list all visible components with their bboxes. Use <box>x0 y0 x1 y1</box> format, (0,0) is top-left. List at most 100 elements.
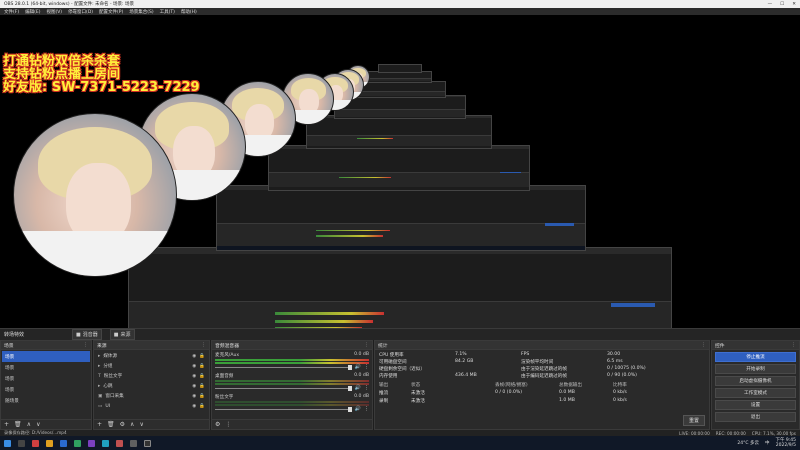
mixer-menu-button[interactable]: ⋮ <box>225 421 231 428</box>
scene-item[interactable]: 场景 <box>2 384 90 395</box>
minimize-button[interactable]: — <box>768 2 773 7</box>
panel-menu-icon[interactable]: ⋮ <box>701 343 706 348</box>
start-virtual-camera-button[interactable]: 启动虚拟摄像机 <box>715 376 796 386</box>
scene-item[interactable]: 随场景 <box>2 395 90 406</box>
channel-db: 0.0 dB <box>354 373 369 378</box>
stat-value <box>455 366 515 372</box>
mixer-settings-button[interactable]: ⚙ <box>215 421 220 428</box>
language-indicator[interactable]: 中 <box>765 440 770 446</box>
studio-mode-button[interactable]: 工作室模式 <box>715 388 796 398</box>
table-cell: 0 / 0 (0.0%) <box>495 390 523 395</box>
taskbar-app-icon[interactable] <box>88 439 95 447</box>
scene-item[interactable]: 场景 <box>2 362 90 373</box>
volume-slider-handle[interactable] <box>347 364 352 370</box>
menu-file[interactable]: 文件(F) <box>4 9 19 15</box>
volume-slider-handle[interactable] <box>347 385 352 391</box>
controls-panel: 控件 ⋮ 停止推流 开始录制 启动虚拟摄像机 工作室模式 设置 退出 <box>711 340 800 430</box>
volume-slider[interactable] <box>215 385 352 391</box>
source-type-icon: ▭ <box>98 403 103 409</box>
speaker-icon[interactable]: 🔊 <box>355 364 361 370</box>
volume-slider-handle[interactable] <box>347 406 352 412</box>
menu-scene-collection[interactable]: 场景集合(S) <box>129 9 153 15</box>
eye-icon[interactable]: ◉ <box>192 394 196 399</box>
lock-icon[interactable]: 🔒 <box>199 364 205 369</box>
add-scene-button[interactable]: + <box>4 421 9 428</box>
add-source-button[interactable]: + <box>97 421 102 428</box>
source-item[interactable]: ▭ UI ◉ 🔒 <box>95 401 208 411</box>
panel-menu-icon[interactable]: ⋮ <box>791 343 796 348</box>
taskbar-app-icon[interactable] <box>18 439 25 447</box>
lock-icon[interactable]: 🔒 <box>199 354 205 359</box>
menu-tools[interactable]: 工具(T) <box>160 9 175 15</box>
channel-db: 0.0 dB <box>354 352 369 357</box>
remove-source-button[interactable]: 🗑 <box>107 421 115 428</box>
gear-icon[interactable]: ⋮ <box>364 385 369 391</box>
source-type-icon: ▸ <box>98 363 101 369</box>
taskbar-app-icon[interactable] <box>60 439 67 447</box>
taskbar-app-icon[interactable] <box>130 439 137 447</box>
dock-tab-mixer[interactable]: ■ 混音器 <box>72 329 102 340</box>
clock[interactable]: 下午 9:45 2022/9/5 <box>775 438 796 448</box>
eye-icon[interactable]: ◉ <box>192 364 196 369</box>
weather-widget[interactable]: 24°C 多云 <box>737 440 759 446</box>
move-down-button[interactable]: ∨ <box>36 421 40 428</box>
maximize-button[interactable]: ☐ <box>780 2 784 7</box>
move-up-button[interactable]: ∧ <box>130 421 134 428</box>
stop-streaming-button[interactable]: 停止推流 <box>715 352 796 362</box>
lock-icon[interactable]: 🔒 <box>199 374 205 379</box>
audio-mixer-panel: 音频混音器 ⋮ 麦克风/Aux 0.0 dB 🔊 ⋮ 桌面音频 0.0 dB 🔊 ⋮ 粉丝… <box>211 340 373 430</box>
exit-button[interactable]: 退出 <box>715 412 796 422</box>
menu-view[interactable]: 视图(V) <box>46 9 62 15</box>
taskbar-app-icon[interactable] <box>144 439 151 447</box>
speaker-icon[interactable]: 🔊 <box>355 406 361 412</box>
source-item[interactable]: ▸ 媒体源 ◉ 🔒 <box>95 351 208 361</box>
menu-docks[interactable]: 停靠窗口(D) <box>68 9 93 15</box>
menu-edit[interactable]: 编辑(E) <box>25 9 40 15</box>
preview-canvas[interactable]: 打通钻粉双倍杀杀套 支持钻粉点播上房间 好友版: SW-7371-5223-72… <box>0 15 800 328</box>
volume-slider[interactable] <box>215 406 352 412</box>
start-recording-button[interactable]: 开始录制 <box>715 364 796 374</box>
settings-button[interactable]: 设置 <box>715 400 796 410</box>
lock-icon[interactable]: 🔒 <box>199 404 205 409</box>
reset-stats-button[interactable]: 重置 <box>682 415 705 426</box>
menu-profile[interactable]: 配置文件(P) <box>99 9 123 15</box>
taskbar-app-icon[interactable] <box>102 439 109 447</box>
panel-menu-icon[interactable]: ⋮ <box>364 343 369 348</box>
panel-menu-icon[interactable]: ⋮ <box>83 343 88 348</box>
move-up-button[interactable]: ∧ <box>27 421 31 428</box>
taskbar-app-icon[interactable] <box>32 439 39 447</box>
close-button[interactable]: ✕ <box>792 2 796 7</box>
windows-start-icon[interactable] <box>4 439 11 447</box>
nested-screen-2 <box>216 185 586 251</box>
eye-icon[interactable]: ◉ <box>192 374 196 379</box>
taskbar-app-icon[interactable] <box>74 439 81 447</box>
lock-icon[interactable]: 🔒 <box>199 384 205 389</box>
lock-icon[interactable]: 🔒 <box>199 394 205 399</box>
menu-help[interactable]: 帮助(H) <box>181 9 197 15</box>
eye-icon[interactable]: ◉ <box>192 404 196 409</box>
stat-label: 硬盘剩余空间（近似） <box>379 367 425 372</box>
dock-tab-sources[interactable]: ■ 来源 <box>109 329 135 340</box>
gear-icon[interactable]: ⋮ <box>364 364 369 370</box>
scene-item[interactable]: 场景 <box>2 373 90 384</box>
eye-icon[interactable]: ◉ <box>192 354 196 359</box>
scene-item[interactable]: 场景 <box>2 351 90 362</box>
source-settings-button[interactable]: ⚙ <box>120 421 125 428</box>
eye-icon[interactable]: ◉ <box>192 384 196 389</box>
speaker-icon[interactable]: 🔊 <box>355 385 361 391</box>
remove-scene-button[interactable]: 🗑 <box>14 421 22 428</box>
channel-name: 粉丝文字 <box>215 395 234 400</box>
nested-screen-4 <box>306 115 492 149</box>
sources-tab-icon: ■ <box>113 331 119 338</box>
source-item[interactable]: T 粉丝文字 ◉ 🔒 <box>95 371 208 381</box>
volume-meter <box>215 383 369 385</box>
volume-slider[interactable] <box>215 364 352 370</box>
source-item[interactable]: ▸ 分组 ◉ 🔒 <box>95 361 208 371</box>
source-item[interactable]: ▣ 窗口采集 ◉ 🔒 <box>95 391 208 401</box>
panel-menu-icon[interactable]: ⋮ <box>201 343 206 348</box>
gear-icon[interactable]: ⋮ <box>364 406 369 412</box>
move-down-button[interactable]: ∨ <box>139 421 143 428</box>
source-item[interactable]: ▸ 心跳 ◉ 🔒 <box>95 381 208 391</box>
taskbar-app-icon[interactable] <box>116 439 123 447</box>
taskbar-app-icon[interactable] <box>46 439 53 447</box>
